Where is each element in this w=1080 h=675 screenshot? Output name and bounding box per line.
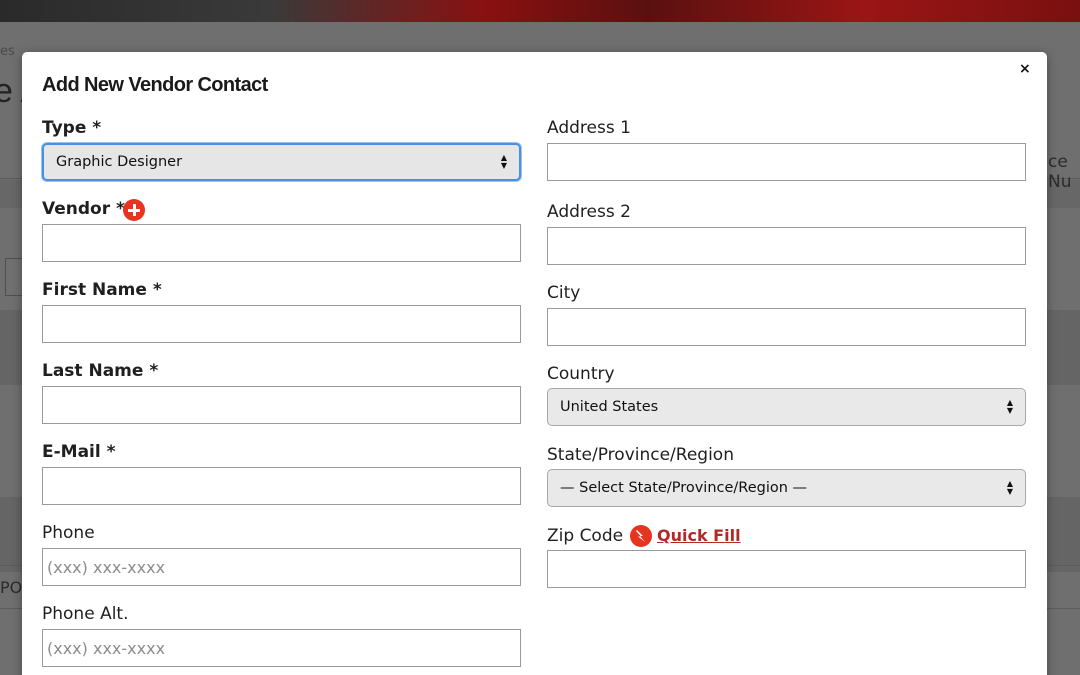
site-header-banner — [0, 0, 1080, 22]
email-label: E-Mail * — [42, 442, 116, 462]
last-name-label: Last Name * — [42, 361, 159, 381]
type-select[interactable]: Graphic Designer ▲ ▼ — [42, 143, 521, 181]
background-row-text: PO — [0, 578, 23, 597]
first-name-label: First Name * — [42, 280, 162, 300]
country-select[interactable]: United States ▲ ▼ — [547, 388, 1026, 426]
vendor-input[interactable] — [42, 224, 521, 262]
city-input[interactable] — [547, 308, 1026, 346]
phone-input[interactable] — [42, 548, 521, 586]
phone-alt-input[interactable] — [42, 629, 521, 667]
modal-title: Add New Vendor Contact — [42, 74, 268, 96]
address1-label: Address 1 — [547, 118, 631, 138]
background-column-header: ce Nu — [1048, 152, 1072, 192]
state-select-value: — Select State/Province/Region — — [560, 480, 808, 496]
quick-fill-link[interactable]: Quick Fill — [657, 526, 741, 545]
type-label: Type * — [42, 118, 102, 138]
address2-label: Address 2 — [547, 202, 631, 222]
city-label: City — [547, 283, 581, 303]
country-label: Country — [547, 364, 615, 384]
zip-input[interactable] — [547, 550, 1026, 588]
plus-circle-icon[interactable] — [123, 199, 145, 221]
background-breadcrumb: es — [0, 44, 15, 59]
lightning-bolt-icon[interactable] — [630, 525, 652, 547]
up-down-arrows-icon: ▲ ▼ — [1006, 398, 1013, 415]
vendor-label: Vendor * — [42, 199, 125, 219]
type-select-value: Graphic Designer — [56, 154, 183, 170]
country-select-value: United States — [560, 399, 659, 415]
phone-label: Phone — [42, 523, 95, 543]
zip-label: Zip Code — [547, 526, 624, 546]
state-label: State/Province/Region — [547, 445, 734, 465]
phone-alt-label: Phone Alt. — [42, 604, 129, 624]
email-input[interactable] — [42, 467, 521, 505]
state-select[interactable]: — Select State/Province/Region — ▲ ▼ — [547, 469, 1026, 507]
address1-input[interactable] — [547, 143, 1026, 181]
last-name-input[interactable] — [42, 386, 521, 424]
up-down-arrows-icon: ▲ ▼ — [1006, 479, 1013, 496]
first-name-input[interactable] — [42, 305, 521, 343]
address2-input[interactable] — [547, 227, 1026, 265]
up-down-arrows-icon: ▲ ▼ — [500, 153, 507, 170]
close-button[interactable]: × — [1019, 61, 1031, 77]
